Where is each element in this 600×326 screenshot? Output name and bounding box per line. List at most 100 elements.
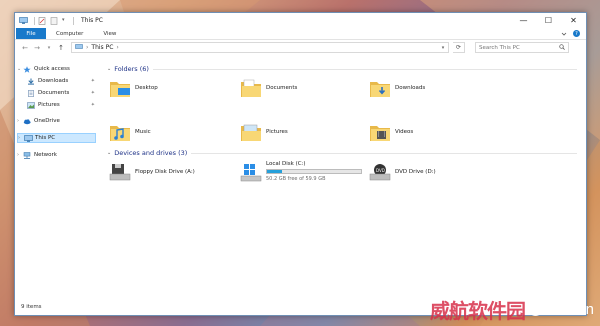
window-title: This PC (81, 17, 103, 24)
download-arrow-icon (27, 78, 35, 85)
maximize-button[interactable]: ☐ (536, 13, 561, 28)
drives-section-header[interactable]: ⌄ Devices and drives (3) (107, 149, 577, 157)
drive-label-local: Local Disk (C:) (266, 161, 306, 167)
section-divider (191, 152, 577, 154)
refresh-button[interactable]: ⟳ (453, 42, 465, 53)
folder-music[interactable]: Music (109, 121, 151, 143)
network-icon (23, 151, 31, 159)
cloud-icon (23, 118, 31, 125)
expand-ribbon-icon[interactable] (561, 31, 567, 37)
documents-folder-icon (241, 79, 261, 97)
recent-locations-icon[interactable]: ▾ (45, 44, 53, 52)
watermark-neowin: Neowin (528, 301, 594, 318)
nav-label-pictures: Pictures (38, 102, 60, 108)
tab-computer[interactable]: Computer (46, 28, 93, 39)
pin-icon[interactable]: ✦ (91, 90, 95, 96)
section-collapse-icon[interactable]: ⌄ (107, 66, 111, 72)
drive-local-c[interactable]: Local Disk (C:) 50.2 GB free of 59.9 GB (240, 161, 362, 182)
pin-icon[interactable]: ✦ (91, 78, 95, 84)
title-separator-2 (73, 16, 74, 25)
neowin-logo-icon (528, 303, 542, 316)
drives-header-label: Devices and drives (3) (114, 149, 188, 157)
folder-pictures[interactable]: Pictures (240, 121, 288, 143)
nav-network[interactable]: › Network (17, 150, 95, 160)
drive-label-floppy: Floppy Disk Drive (A:) (135, 169, 195, 175)
disk-usage-fill (267, 170, 283, 173)
minimize-button[interactable]: — (511, 13, 536, 28)
desktop-folder-icon (110, 82, 130, 97)
section-divider (152, 68, 577, 70)
nav-documents[interactable]: Documents ✦ (27, 88, 95, 98)
floppy-drive-icon (109, 164, 131, 181)
folder-videos[interactable]: Videos (369, 121, 413, 143)
folder-label: Music (135, 129, 151, 135)
nav-quick-access[interactable]: ⌄ Quick access (17, 64, 95, 74)
folder-desktop[interactable]: Desktop (109, 77, 158, 99)
back-icon[interactable]: ← (21, 44, 29, 52)
section-collapse-icon[interactable]: ⌄ (107, 150, 111, 156)
address-row: ← → ▾ ↑ › This PC › ▾ ⟳ Search This PC (15, 39, 586, 55)
address-bar[interactable]: › This PC › ▾ (71, 42, 449, 53)
dvd-drive-icon: DVD (369, 164, 391, 181)
folder-label: Documents (266, 85, 298, 91)
ribbon-tabs: File Computer View ? (15, 28, 586, 39)
folder-label: Videos (395, 129, 414, 135)
nav-downloads[interactable]: Downloads ✦ (27, 76, 95, 86)
disk-free-text: 50.2 GB free of 59.9 GB (266, 176, 326, 182)
folder-documents[interactable]: Documents (240, 77, 297, 99)
pictures-folder-icon (241, 124, 261, 141)
properties-icon[interactable] (38, 17, 47, 25)
music-folder-icon (110, 126, 130, 141)
pictures-icon (27, 101, 35, 109)
tab-view[interactable]: View (93, 28, 126, 39)
local-disk-info: Local Disk (C:) 50.2 GB free of 59.9 GB (266, 161, 362, 182)
address-pc-icon (75, 43, 83, 52)
address-dropdown-icon[interactable]: ▾ (438, 45, 448, 51)
svg-text:DVD: DVD (376, 168, 385, 173)
address-location[interactable]: This PC (91, 44, 113, 51)
forward-icon[interactable]: → (33, 44, 41, 52)
watermark-cn-text: 威航软件园 (429, 299, 526, 323)
folders-section-header[interactable]: ⌄ Folders (6) (107, 65, 577, 73)
videos-folder-icon (370, 126, 390, 141)
nav-onedrive[interactable]: › OneDrive (17, 116, 95, 126)
this-pc-icon (19, 17, 28, 24)
watermark: 威航软件园 Neowin (430, 295, 594, 324)
pin-icon[interactable]: ✦ (91, 102, 95, 108)
nav-label-documents: Documents (38, 90, 70, 96)
nav-label-onedrive: OneDrive (34, 118, 60, 124)
title-separator (34, 16, 35, 25)
documents-icon (27, 89, 35, 97)
nav-label-quick-access: Quick access (34, 66, 70, 72)
search-box[interactable]: Search This PC (475, 42, 569, 53)
quick-access-dropdown-icon[interactable]: ▾ (62, 17, 67, 24)
address-separator-2: › (116, 44, 119, 51)
up-icon[interactable]: ↑ (57, 44, 65, 52)
help-icon[interactable]: ? (573, 30, 580, 37)
folders-header-label: Folders (6) (114, 65, 149, 73)
close-button[interactable]: ✕ (561, 13, 586, 28)
tab-file[interactable]: File (16, 28, 46, 39)
folder-downloads[interactable]: Downloads (369, 77, 425, 99)
navigation-pane: ⌄ Quick access Downloads ✦ Documents ✦ P… (15, 57, 97, 302)
address-separator: › (86, 44, 89, 51)
disk-usage-bar (266, 169, 362, 174)
folder-label: Pictures (266, 129, 288, 135)
nav-label-downloads: Downloads (38, 78, 69, 84)
ribbon-right-controls: ? (561, 28, 586, 39)
new-folder-icon[interactable] (50, 17, 59, 25)
nav-label-this-pc: This PC (35, 135, 56, 141)
nav-this-pc[interactable]: › This PC (17, 133, 96, 143)
search-placeholder: Search This PC (479, 44, 520, 51)
explorer-window: ▾ This PC — ☐ ✕ File Computer View ? ← →… (14, 12, 587, 316)
folder-label: Downloads (395, 85, 426, 91)
window-controls: — ☐ ✕ (511, 13, 586, 28)
drive-floppy[interactable]: Floppy Disk Drive (A:) (109, 163, 195, 181)
local-disk-icon (240, 163, 262, 181)
nav-label-network: Network (34, 152, 57, 158)
nav-pictures[interactable]: Pictures ✦ (27, 100, 95, 110)
drive-label-dvd: DVD Drive (D:) (395, 169, 436, 175)
drive-dvd[interactable]: DVD DVD Drive (D:) (369, 163, 436, 181)
folder-label: Desktop (135, 85, 158, 91)
star-icon (23, 65, 31, 73)
